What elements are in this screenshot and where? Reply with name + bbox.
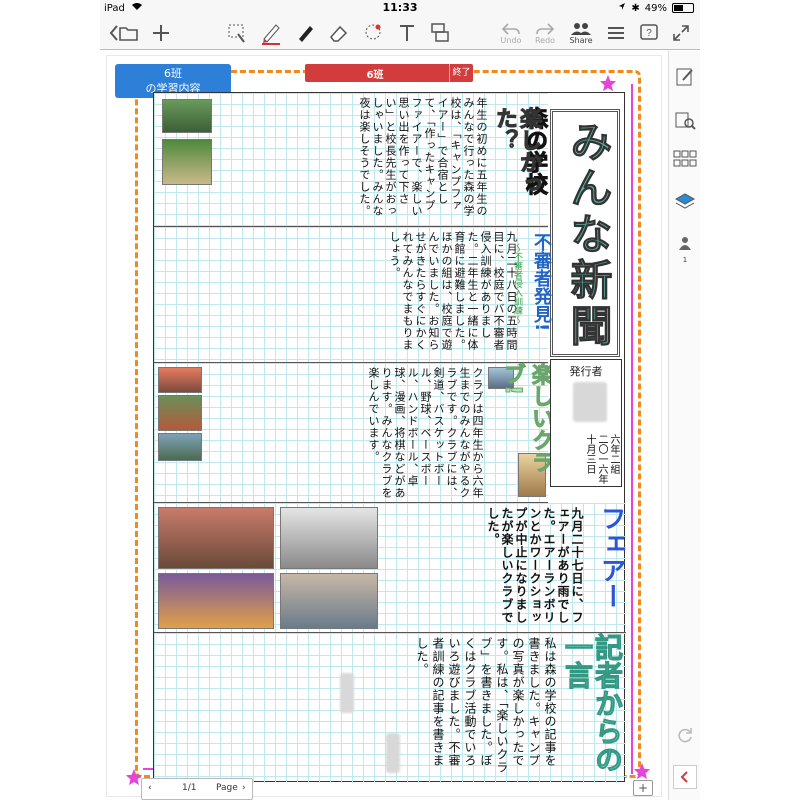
star-icon [599, 74, 617, 92]
session-bar: 6班 終了 [305, 64, 473, 82]
status-bar: iPad 11:33 ✱ 49% [100, 0, 700, 16]
article-club: クラブは四年生から六年生までのみんながやるクラブです。クラブには、剣道、バスケッ… [367, 367, 484, 499]
page-indicator: 1/1 [182, 783, 197, 793]
section-club: クラブは四年生から六年生までのみんながやるクラブです。クラブには、剣道、バスケッ… [154, 363, 548, 503]
session-title: 6班 [366, 70, 384, 81]
photo-club-3 [158, 433, 202, 461]
photo-fair-1 [158, 507, 274, 569]
eraser-icon[interactable] [326, 19, 352, 47]
menu-icon[interactable] [604, 19, 628, 47]
title-box: みんな新聞 [550, 109, 620, 357]
bluetooth-icon: ✱ [631, 2, 640, 14]
page-label: Page [216, 783, 238, 793]
share-button[interactable]: Share [564, 19, 598, 47]
page-next-icon[interactable]: › [242, 783, 246, 793]
section-kisha: 私は森の学校の記事を書きました。キャンプの写真が楽しかったです。私は、「楽しいク… [154, 633, 626, 783]
kisha-title: 記者からの一言 [561, 633, 625, 774]
photo-group [162, 99, 212, 133]
lasso-icon[interactable] [224, 19, 250, 47]
page-navigator: ‹ 1/1 Page › [141, 778, 253, 800]
share-label: Share [569, 35, 593, 45]
layers-icon[interactable] [673, 189, 697, 213]
photo-fair-2 [280, 507, 378, 569]
help-icon[interactable]: ? [636, 19, 662, 47]
workspace: 6班 の学習内容 6班 終了 年生の初めに五年生のみんなで行った森の学校は、「キ… [100, 51, 700, 800]
book-search-icon[interactable] [673, 109, 697, 133]
mori-subtitle: 楽しかった？ [492, 107, 542, 196]
clock: 11:33 [382, 1, 418, 14]
redacted-name [340, 673, 354, 713]
fair-title: フェアー [596, 505, 626, 609]
back-folder-icon[interactable] [106, 19, 142, 47]
undo-button[interactable]: Undo [496, 19, 526, 47]
redo-button[interactable]: Redo [530, 19, 560, 47]
star-icon [633, 762, 651, 780]
publisher-class: 六年二組 [608, 434, 619, 474]
photo-club-1 [158, 367, 202, 393]
redo-label: Redo [534, 35, 556, 45]
user-icon[interactable] [673, 231, 697, 255]
article-fushin: 九月二十八日の五時間目に、校庭でバ不審者侵入訓練がありました。二年生と一緒に体育… [388, 231, 518, 351]
article-kisha: 私は森の学校の記事を書きました。キャンプの写真が楽しかったです。私は、「楽しいク… [415, 637, 557, 774]
publisher-label: 発行者 [569, 365, 603, 378]
sync-icon[interactable] [673, 723, 697, 747]
add-page-button[interactable]: + [633, 780, 653, 796]
photo-class [162, 139, 212, 185]
shape-lasso-icon[interactable] [360, 19, 386, 47]
battery-percent: 49% [644, 2, 667, 14]
battery-icon [672, 3, 694, 13]
collapse-panel-icon[interactable] [673, 765, 697, 789]
edit-profile-icon[interactable] [673, 65, 697, 89]
right-sidebar: 1 [668, 51, 700, 800]
toolbar: Undo Redo Share ? [100, 16, 700, 50]
class-tag-line1: 6班 [164, 67, 182, 80]
fushin-subtitle: 〜不審者侵入訓練〜 [512, 243, 522, 324]
user-count: 1 [682, 256, 688, 264]
marker-icon[interactable] [292, 19, 318, 47]
newspaper: 年生の初めに五年生のみんなで行った森の学校は、「キャンプファイアー」で合宿として… [153, 92, 626, 783]
publisher-box: 発行者 六年二組 二〇一六年十月三日 [550, 359, 622, 487]
expand-icon[interactable] [668, 19, 694, 47]
club-title: 楽しいクラブ! [500, 363, 554, 474]
section-fair: 九月二十七日に、フェアーがあり雨でした。エアーランボリンとかワークショップが中止… [154, 503, 626, 633]
photo-fair-3 [158, 573, 274, 629]
add-icon[interactable] [148, 19, 174, 47]
page-canvas[interactable]: 6班 の学習内容 6班 終了 年生の初めに五年生のみんなで行った森の学校は、「キ… [106, 55, 662, 800]
photo-club-2 [158, 395, 202, 431]
section-mori: 年生の初めに五年生のみんなで行った森の学校は、「キャンプファイアー」で合宿として… [154, 93, 548, 227]
mori-heading: 森の学校 楽しかった？ [492, 107, 548, 229]
newspaper-title: みんな新聞 [564, 120, 614, 351]
photo-fair-4 [280, 573, 378, 629]
grid-view-icon[interactable] [673, 147, 697, 171]
pen-icon[interactable] [258, 19, 284, 47]
page-prev-icon[interactable]: ‹ [148, 783, 152, 793]
svg-text:?: ? [646, 28, 652, 39]
undo-label: Undo [500, 35, 522, 45]
pink-line [631, 84, 633, 774]
section-fushin: 九月二十八日の五時間目に、校庭でバ不審者侵入訓練がありました。二年生と一緒に体育… [154, 227, 548, 363]
article-fair: 九月二十七日に、フェアーがあり雨でした。エアーランボリンとかワークショップが中止… [486, 507, 584, 624]
text-icon[interactable] [394, 19, 420, 47]
redacted-names [573, 382, 607, 422]
publisher-date-block: 六年二組 二〇一六年十月三日 [557, 434, 619, 484]
article-mori: 年生の初めに五年生のみんなで行った森の学校は、「キャンプファイアー」で合宿として… [358, 97, 488, 217]
redacted-name [386, 733, 400, 773]
stamp-icon[interactable] [426, 19, 452, 47]
location-icon [618, 2, 626, 14]
end-button[interactable]: 終了 [449, 64, 473, 82]
publisher-date: 二〇一六年十月三日 [584, 434, 607, 484]
